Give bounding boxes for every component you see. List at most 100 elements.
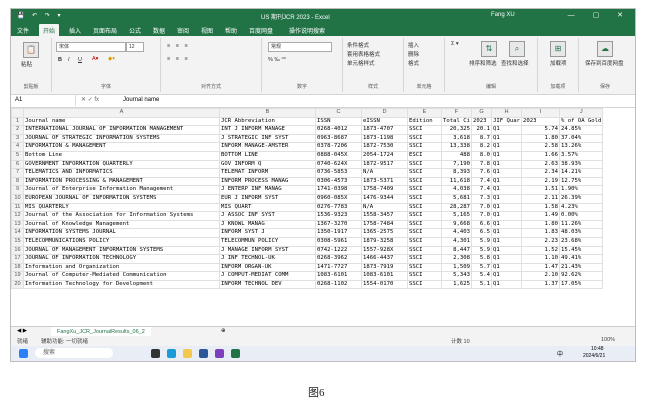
cell[interactable]: Q1 [491,279,522,290]
spreadsheet-grid[interactable]: A B C D E F G H I J 1 Journal name JCR Abbreviation I… [11,108,635,326]
cell[interactable]: 2.11 [521,193,560,204]
cell[interactable]: 7.4 [471,176,492,187]
cell[interactable]: Journal name [23,116,220,127]
cell[interactable]: 1741-0398 [315,185,362,195]
cell[interactable]: Q1 [491,211,522,221]
cell[interactable]: Bottom Line [23,150,220,161]
cell[interactable]: JOURNAL OF MANAGEMENT INFORMATION SYSTEM… [23,245,220,256]
underline-button[interactable]: U [78,57,82,63]
cell[interactable]: 26.39% [558,193,604,204]
cell[interactable]: 1.80 [521,133,560,144]
row-header[interactable]: 10 [11,193,24,204]
cell[interactable]: 1471-7727 [315,262,362,273]
cell[interactable]: 1466-4437 [361,254,408,264]
row-header[interactable]: 1 [11,116,24,127]
cell[interactable]: 49.41% [558,254,604,264]
edge-icon[interactable] [167,349,176,358]
percent-icon[interactable]: % ‰ ⁰⁰ [268,57,286,63]
cell[interactable]: N/A [361,202,408,213]
cell[interactable]: 0963-8687 [315,133,362,144]
cell[interactable]: MIS QUARTERLY [23,202,220,213]
tab-page-layout[interactable]: 页面布局 [93,26,117,35]
tell-me-search[interactable]: 操作说明搜索 [289,26,325,35]
cell[interactable]: 0.00% [558,211,604,221]
cell[interactable]: 1873-1198 [361,133,408,144]
cell[interactable]: 1758-7484 [361,219,408,230]
cell[interactable]: 1536-9323 [315,211,362,221]
row-header[interactable]: 13 [11,219,24,230]
find-icon[interactable]: ⌕ [509,41,525,57]
save-baidu-button[interactable]: 保存到百度网盘 [585,59,624,67]
row-header[interactable]: 2 [11,125,24,135]
cell[interactable]: 1.10 [521,254,560,264]
tab-review[interactable]: 审阅 [177,26,189,35]
cell[interactable]: 2,308 [441,254,472,264]
cell[interactable]: GOVERNMENT INFORMATION QUARTERLY [23,159,220,170]
cell[interactable]: 5.9 [471,245,492,256]
row-header[interactable]: 8 [11,176,24,187]
cell[interactable]: 5.1 [471,279,492,290]
cell[interactable]: SSCI [407,185,442,195]
cell[interactable]: SSCI [407,142,442,152]
bold-button[interactable]: B [58,57,62,63]
cell[interactable]: 8,447 [441,245,472,256]
cell[interactable]: 7.3 [471,193,492,204]
cell[interactable]: 2.58 [521,142,560,152]
cell[interactable]: 2.34 [521,168,560,178]
cell[interactable]: 0736-5853 [315,168,362,178]
row-header[interactable]: 16 [11,245,24,256]
cell[interactable]: 2.63 [521,159,560,170]
autosum-icon[interactable]: Σ ▾ [451,41,459,47]
row-header[interactable]: 6 [11,159,24,170]
cell[interactable]: 0740-624X [315,159,362,170]
cell[interactable]: 38.93% [558,159,604,170]
cell[interactable]: SSCI [407,219,442,230]
cell[interactable]: 0268-1102 [315,279,362,290]
cell[interactable]: SSCI [407,133,442,144]
tab-baidu[interactable]: 百度网盘 [249,26,273,35]
cell[interactable]: Q1 [491,254,522,264]
cell[interactable]: BOTTOM LINE [219,150,316,161]
cell[interactable]: 2054-1724 [361,150,408,161]
cell[interactable]: JCR Abbreviation [219,116,316,127]
cell[interactable]: Q1 [491,262,522,273]
cell[interactable]: SSCI [407,193,442,204]
column-header[interactable]: E [407,108,442,118]
cell[interactable]: INT J INFORM MANAGE [219,125,316,135]
cell[interactable]: 5,165 [441,211,472,221]
format-cells-button[interactable]: 格式 [408,59,419,67]
cell[interactable]: 2.10 [521,271,560,281]
cell[interactable]: 1.51 [521,185,560,195]
cell[interactable]: SSCI [407,236,442,247]
cell[interactable]: 0276-7783 [315,202,362,213]
cell[interactable]: 12.75% [558,176,604,187]
excel-taskbar-icon[interactable] [231,349,240,358]
cell[interactable]: 0308-5961 [315,236,362,247]
cell[interactable]: 0306-4573 [315,176,362,187]
tab-file[interactable]: 文件 [17,26,29,35]
cell[interactable]: 5.7 [471,262,492,273]
cell[interactable]: 8.2 [471,142,492,152]
start-icon[interactable] [19,349,28,358]
row-header[interactable]: 18 [11,262,24,273]
tab-formulas[interactable]: 公式 [129,26,141,35]
cell[interactable]: SSCI [407,202,442,213]
cell[interactable]: 28,287 [441,202,472,213]
cell[interactable]: 1557-928X [361,245,408,256]
cell[interactable]: TELEMAT INFORM [219,168,316,178]
tab-help[interactable]: 帮助 [225,26,237,35]
font-size-select[interactable]: 12 [126,42,144,52]
cell[interactable]: 5.9 [471,236,492,247]
add-sheet-icon[interactable]: ⊕ [221,328,226,334]
cell[interactable]: Q1 [491,125,522,135]
cell[interactable]: SSCI [407,211,442,221]
cell-style-button[interactable]: 单元格样式 [347,59,375,67]
cell[interactable]: Q1 [491,245,522,256]
taskbar-search[interactable]: 搜索 [35,348,113,358]
cell[interactable]: Q1 [491,159,522,170]
cell[interactable]: Journal of the Association for Informati… [23,211,220,221]
italic-button[interactable]: I [68,57,70,63]
cell[interactable]: 2023 [471,116,492,127]
cell[interactable]: 21.43% [558,262,604,273]
word-icon[interactable] [199,349,208,358]
